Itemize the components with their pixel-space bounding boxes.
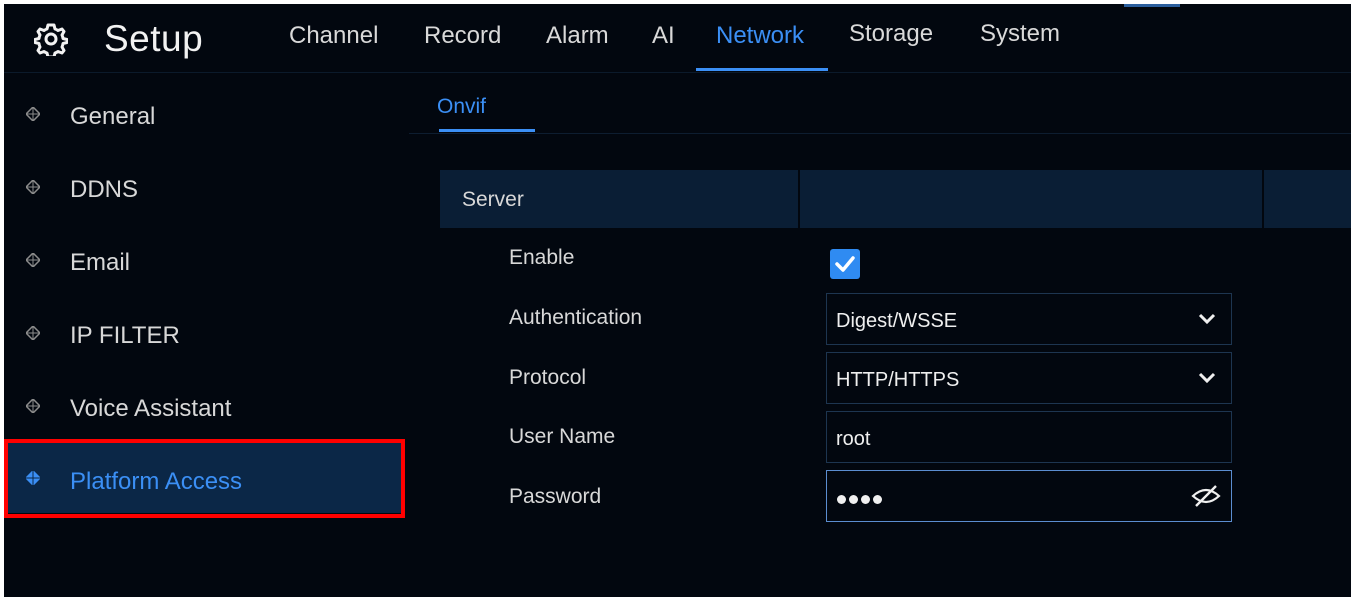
sidebar-item-label: General	[70, 103, 156, 130]
tab-record[interactable]: Record	[424, 22, 501, 50]
active-subtab-indicator	[439, 129, 535, 132]
sidebar-item-label: Email	[70, 249, 131, 276]
tab-storage[interactable]: Storage	[849, 20, 933, 48]
selection-highlight-box	[4, 439, 405, 518]
tab-network[interactable]: Network	[716, 22, 804, 50]
enable-checkbox[interactable]	[830, 249, 860, 279]
subtab-onvif[interactable]: Onvif	[437, 95, 486, 119]
sidebar-item-label: IP FILTER	[70, 322, 180, 349]
sidebar-item-general[interactable]: General	[4, 83, 404, 153]
top-bar: Setup Channel Record Alarm AI Network St…	[4, 4, 1351, 73]
tab-system[interactable]: System	[980, 20, 1060, 48]
top-edge-indicator	[1124, 4, 1180, 7]
section-header-label: Server	[462, 188, 524, 211]
username-input[interactable]: root	[826, 411, 1232, 463]
sidebar-item-voice-assistant[interactable]: Voice Assistant	[4, 375, 404, 445]
protocol-value: HTTP/HTTPS	[836, 369, 960, 391]
password-label: Password	[509, 485, 602, 508]
tab-channel[interactable]: Channel	[289, 22, 378, 50]
sidebar-item-label: Voice Assistant	[70, 395, 232, 422]
authentication-label: Authentication	[509, 306, 643, 329]
sidebar-item-email[interactable]: Email	[4, 229, 404, 299]
header-cell	[800, 170, 1264, 228]
tab-ai[interactable]: AI	[652, 22, 675, 50]
chevron-down-icon	[1198, 313, 1216, 325]
username-value: root	[836, 428, 871, 450]
protocol-label: Protocol	[509, 366, 587, 389]
protocol-select[interactable]: HTTP/HTTPS	[826, 352, 1232, 404]
password-mask	[837, 491, 885, 509]
eye-off-icon[interactable]	[1191, 484, 1221, 508]
username-label: User Name	[509, 425, 616, 448]
header-cell	[1264, 170, 1351, 228]
authentication-value: Digest/WSSE	[836, 310, 958, 332]
sub-tabs: Onvif	[409, 73, 1351, 134]
sidebar-item-ip-filter[interactable]: IP FILTER	[4, 302, 404, 372]
diamond-bullet-icon	[26, 326, 40, 340]
checkmark-icon	[835, 256, 855, 272]
diamond-bullet-icon	[26, 253, 40, 267]
header-cell: Server	[440, 170, 800, 228]
diamond-bullet-icon	[26, 399, 40, 413]
section-header: Server	[440, 170, 1351, 228]
password-input[interactable]	[826, 470, 1232, 522]
enable-label: Enable	[509, 246, 575, 269]
sidebar-item-label: DDNS	[70, 176, 139, 203]
page-title: Setup	[104, 18, 204, 59]
app-frame: Setup Channel Record Alarm AI Network St…	[4, 4, 1351, 597]
authentication-select[interactable]: Digest/WSSE	[826, 293, 1232, 345]
tab-alarm[interactable]: Alarm	[546, 22, 609, 50]
chevron-down-icon	[1198, 372, 1216, 384]
sidebar-item-ddns[interactable]: DDNS	[4, 156, 404, 226]
active-tab-indicator	[696, 68, 828, 71]
diamond-bullet-icon	[26, 180, 40, 194]
sidebar: General DDNS Email IP FILTER Voice Assis…	[4, 73, 405, 597]
diamond-bullet-icon	[26, 107, 40, 121]
gear-icon	[34, 23, 68, 56]
